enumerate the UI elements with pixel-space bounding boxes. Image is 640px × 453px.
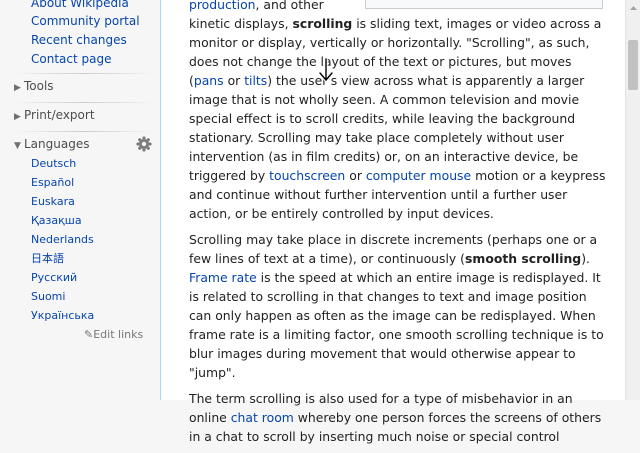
link-pans[interactable]: pans [194,73,224,88]
paragraph: Scrolling may take place in discrete inc… [189,230,606,382]
article-body: production, and other kinetic displays, s… [189,0,606,453]
text: or [223,73,245,88]
divider [14,102,154,103]
text: ). [581,251,590,266]
nav-link-community-portal[interactable]: Community portal [31,14,140,28]
nav-link-about-wikipedia[interactable]: About Wikipedia [31,0,129,10]
collapsed-triangle-icon: ▶ [14,83,21,93]
text: ) the user's view across what is apparen… [189,73,585,183]
language-link-suomi[interactable]: Suomi [31,290,65,303]
scroll-up-arrow-icon[interactable] [626,0,640,16]
language-link-nederlands[interactable]: Nederlands [31,233,94,246]
link-computer-mouse[interactable]: computer mouse [366,168,471,183]
pencil-icon: ✎ [84,328,94,341]
scrollbar-thumb[interactable] [628,40,638,90]
language-link-euskara[interactable]: Euskara [31,195,75,208]
sidebar: About Wikipedia Community portal Recent … [0,0,160,400]
nav-link-contact-page[interactable]: Contact page [31,52,111,66]
print-export-toggle[interactable]: ▶ Print/export [14,108,95,122]
languages-toggle[interactable]: ▼ Languages [14,137,89,151]
divider [14,131,154,132]
edit-links-label: Edit links [93,328,144,341]
language-link-espanol[interactable]: Español [31,176,74,189]
language-link-russian[interactable]: Русский [31,271,77,284]
edit-links[interactable]: ✎Edit links [84,328,143,341]
nav-link-recent-changes[interactable]: Recent changes [31,33,127,47]
link-frame-rate[interactable]: Frame rate [189,270,257,285]
text: is the speed at which an entire image is… [189,270,604,380]
print-export-label: Print/export [24,108,95,122]
bold-term-scrolling: scrolling [292,16,353,31]
text: kinetic displays, [189,16,293,31]
languages-label: Languages [24,137,90,151]
language-link-kazakh[interactable]: Қазақша [31,214,82,227]
text: or [345,168,366,183]
article-content: production, and other kinetic displays, s… [160,0,626,444]
collapsed-triangle-icon: ▶ [14,112,21,122]
paragraph: The term scrolling is also used for a ty… [189,389,606,446]
gear-icon[interactable] [136,136,152,152]
tools-label: Tools [24,79,54,93]
expanded-triangle-icon: ▼ [14,141,21,151]
paragraph: production, and other kinetic displays, s… [189,0,606,223]
tools-toggle[interactable]: ▶ Tools [14,79,54,93]
vertical-scrollbar[interactable] [625,0,640,400]
link-production[interactable]: production [189,0,256,12]
divider [14,73,154,74]
scroll-cursor-icon [318,58,334,82]
link-touchscreen[interactable]: touchscreen [269,168,345,183]
link-tilts[interactable]: tilts [244,73,267,88]
bold-term-smooth-scrolling: smooth scrolling [465,251,582,266]
language-link-ukrainian[interactable]: Українська [31,309,94,322]
language-link-japanese[interactable]: 日本語 [31,252,64,265]
text: , and other [255,0,324,12]
language-link-deutsch[interactable]: Deutsch [31,157,76,170]
link-chat-room[interactable]: chat room [231,410,294,425]
